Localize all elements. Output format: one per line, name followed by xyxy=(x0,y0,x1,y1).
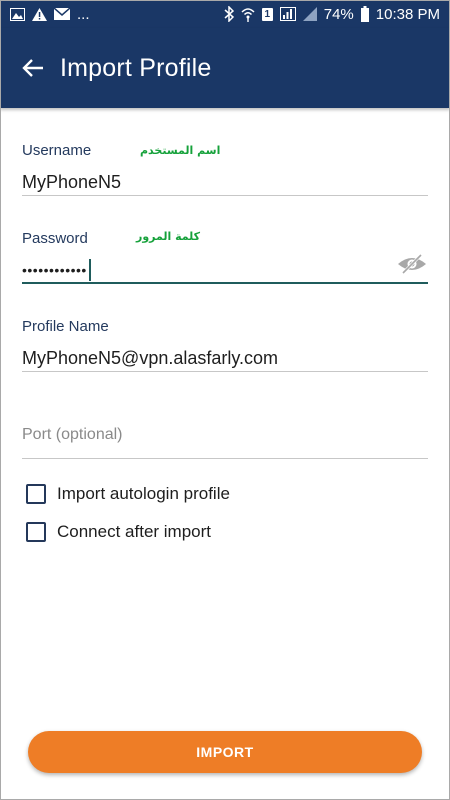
import-button[interactable]: IMPORT xyxy=(28,731,422,773)
password-label: Password xyxy=(22,230,88,247)
sim-icon: 1 xyxy=(261,7,273,21)
app-bar: Import Profile xyxy=(0,28,450,108)
mail-icon xyxy=(54,8,70,20)
sim-badge: 1 xyxy=(264,8,271,20)
battery-percent: 74% xyxy=(323,5,354,23)
text-cursor xyxy=(88,259,91,281)
password-hint: كلمة المرور xyxy=(136,230,201,243)
cellular-icon xyxy=(302,7,317,21)
image-icon xyxy=(10,7,25,21)
autologin-option[interactable]: Import autologin profile xyxy=(26,484,230,504)
wifi-icon xyxy=(241,6,255,22)
system-icons: 1 74% 10:38 PM xyxy=(224,6,440,23)
profile-name-input[interactable]: MyPhoneN5@vpn.alasfarly.com xyxy=(22,345,428,371)
connect-after-import-checkbox[interactable] xyxy=(26,522,46,542)
connect-after-import-option[interactable]: Connect after import xyxy=(26,522,211,542)
autologin-checkbox[interactable] xyxy=(26,484,46,504)
profile-name-field[interactable]: Profile Name MyPhoneN5@vpn.alasfarly.com xyxy=(22,318,428,374)
profile-name-label: Profile Name xyxy=(22,318,109,335)
frame-border xyxy=(0,0,450,800)
password-underline xyxy=(22,282,428,284)
port-underline xyxy=(22,458,428,459)
signal-icon xyxy=(279,7,296,21)
password-input[interactable]: •••••••••••• xyxy=(22,257,428,283)
warning-icon xyxy=(32,7,47,21)
password-field[interactable]: Password كلمة المرور •••••••••••• xyxy=(22,230,428,286)
connect-after-import-label: Connect after import xyxy=(57,522,212,541)
notification-area: ... xyxy=(10,6,90,23)
bluetooth-icon xyxy=(224,6,234,22)
port-input[interactable]: Port (optional) xyxy=(22,426,428,444)
profile-name-underline xyxy=(22,371,428,372)
toggle-visibility-button[interactable] xyxy=(396,252,428,276)
username-input[interactable]: MyPhoneN5 xyxy=(22,169,428,195)
arrow-left-icon xyxy=(22,59,43,77)
port-field[interactable]: Port (optional) xyxy=(22,426,428,460)
username-label: Username xyxy=(22,142,92,159)
more-notifications: ... xyxy=(77,5,90,23)
back-button[interactable] xyxy=(18,53,48,83)
username-hint: اسم المستخدم xyxy=(140,144,221,157)
username-field[interactable]: Username اسم المستخدم MyPhoneN5 xyxy=(22,142,428,198)
eye-off-icon xyxy=(398,254,426,274)
autologin-label: Import autologin profile xyxy=(57,484,230,503)
password-dots: •••••••••••• xyxy=(22,262,87,278)
status-bar: ... 1 74% 10:38 PM xyxy=(0,0,450,28)
clock: 10:38 PM xyxy=(375,5,440,23)
username-underline xyxy=(22,195,428,196)
page-title: Import Profile xyxy=(60,53,212,82)
battery-icon xyxy=(360,6,369,22)
